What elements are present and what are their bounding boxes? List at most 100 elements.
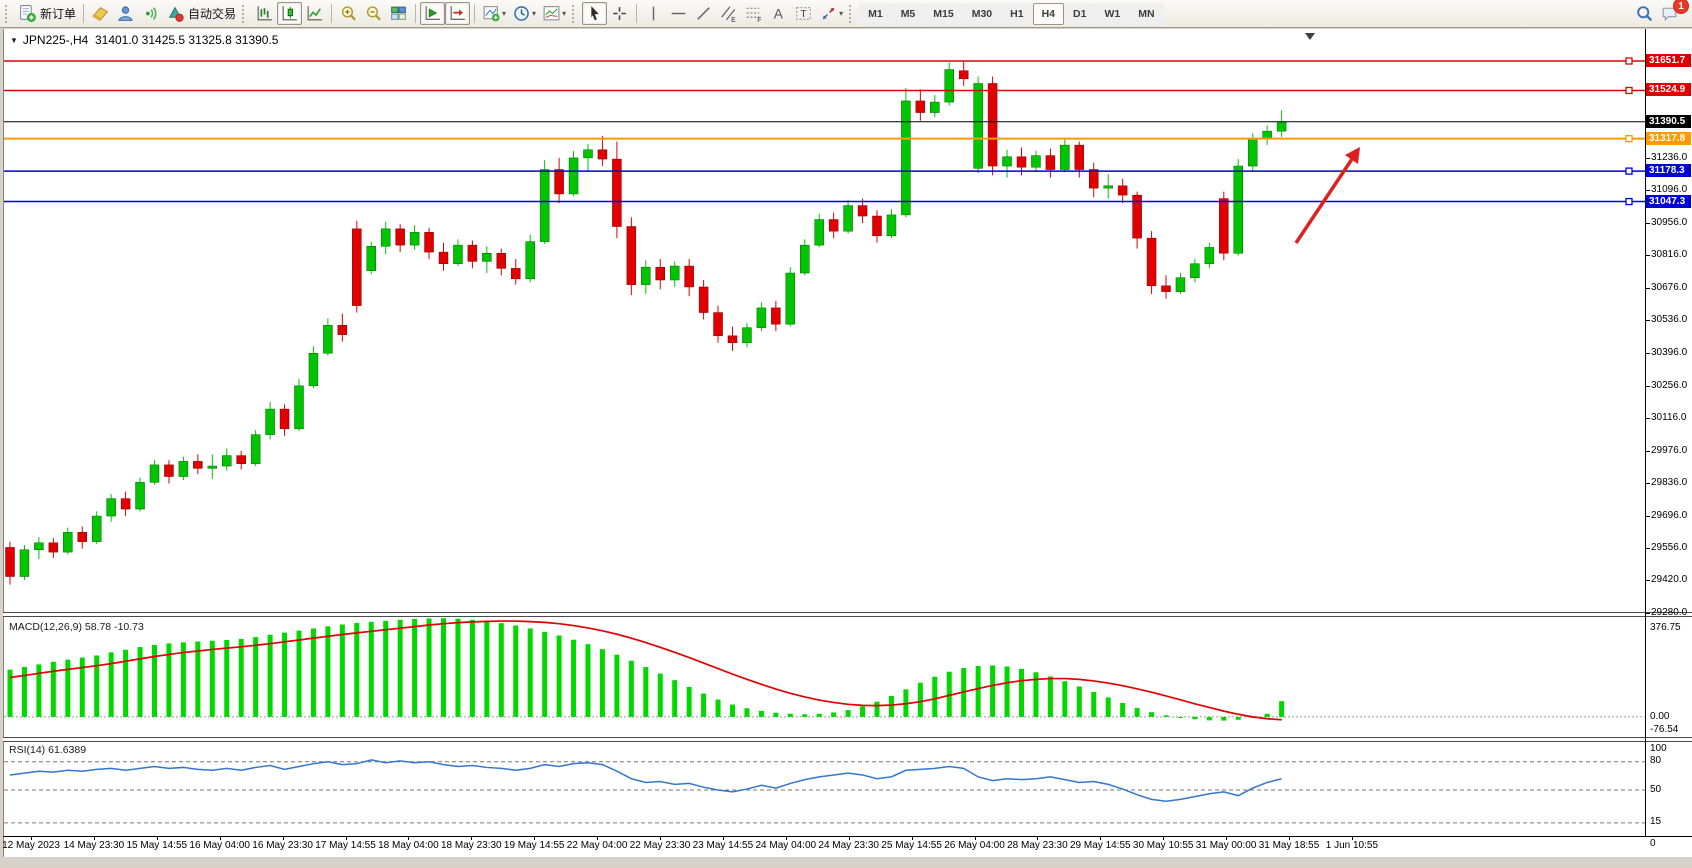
macd-histogram-bar bbox=[976, 666, 981, 717]
main-price-pane[interactable] bbox=[4, 30, 1645, 614]
timeframe-h4-button[interactable]: H4 bbox=[1033, 3, 1064, 25]
candle-body bbox=[6, 547, 15, 576]
notifications-button[interactable]: 1 bbox=[1657, 2, 1682, 25]
auto-scroll-button[interactable] bbox=[420, 2, 445, 25]
candle-body bbox=[1104, 186, 1113, 188]
user-icon bbox=[116, 4, 135, 23]
cursor-tool-button[interactable] bbox=[582, 2, 607, 25]
indicators-button[interactable]: ▾ bbox=[479, 2, 509, 25]
candle-body bbox=[714, 313, 723, 336]
bar-chart-button[interactable] bbox=[252, 2, 277, 25]
toolbar-grip bbox=[849, 5, 856, 23]
zoom-in-button[interactable] bbox=[336, 2, 361, 25]
time-axis-line bbox=[3, 836, 1692, 837]
candle-body bbox=[1277, 122, 1286, 131]
macd-histogram-bar bbox=[138, 647, 143, 717]
timeframe-m5-button[interactable]: M5 bbox=[892, 3, 925, 25]
macd-histogram-bar bbox=[1149, 712, 1154, 717]
macd-histogram-bar bbox=[889, 696, 894, 717]
chart-collapse-icon[interactable]: ▼ bbox=[10, 36, 18, 45]
macd-histogram-bar bbox=[1221, 717, 1226, 721]
tile-windows-button[interactable] bbox=[386, 2, 411, 25]
text-label-tool-button[interactable]: T bbox=[791, 2, 816, 25]
timeframe-h1-button[interactable]: H1 bbox=[1001, 3, 1032, 25]
candle-body bbox=[237, 456, 246, 464]
equidistant-channel-tool-button[interactable]: E bbox=[716, 2, 741, 25]
annotation-arrow-head bbox=[1345, 147, 1360, 164]
macd-histogram-bar bbox=[253, 637, 258, 717]
candle-body bbox=[468, 245, 477, 261]
timeframe-w1-button[interactable]: W1 bbox=[1095, 3, 1129, 25]
timeframe-d1-button[interactable]: D1 bbox=[1064, 3, 1095, 25]
rsi-pane[interactable] bbox=[4, 742, 1645, 836]
level-line-handle[interactable] bbox=[1626, 87, 1632, 93]
periods-dropdown[interactable]: ▾ bbox=[532, 9, 536, 18]
zoom-out-button[interactable] bbox=[361, 2, 386, 25]
chart-shift-button[interactable] bbox=[445, 2, 470, 25]
macd-histogram-bar bbox=[542, 632, 547, 717]
pane-splitter[interactable] bbox=[3, 612, 1692, 617]
text-tool-button[interactable]: A bbox=[766, 2, 791, 25]
level-line-handle[interactable] bbox=[1626, 199, 1632, 205]
horizontal-line-tool-button[interactable] bbox=[666, 2, 691, 25]
level-line-handle[interactable] bbox=[1626, 58, 1632, 64]
timeframe-m15-button[interactable]: M15 bbox=[924, 3, 962, 25]
arrows-tool-button[interactable]: ▾ bbox=[816, 2, 846, 25]
level-line-handle[interactable] bbox=[1626, 168, 1632, 174]
price-axis-tick: 30116.0 bbox=[1651, 412, 1686, 423]
price-axis-tick: 30536.0 bbox=[1651, 314, 1687, 325]
candle-body bbox=[266, 409, 275, 435]
macd-histogram-bar bbox=[687, 687, 692, 717]
vertical-line-icon bbox=[644, 4, 663, 23]
macd-histogram-bar bbox=[744, 708, 749, 717]
macd-histogram-bar bbox=[759, 711, 764, 717]
templates-dropdown[interactable]: ▾ bbox=[562, 9, 566, 18]
price-axis-tick: 30396.0 bbox=[1651, 347, 1687, 358]
candle-body bbox=[829, 220, 838, 232]
level-line-handle[interactable] bbox=[1626, 136, 1632, 142]
signals-button[interactable] bbox=[138, 2, 163, 25]
candle-body bbox=[92, 516, 101, 542]
time-axis-label: 24 May 04:00 bbox=[755, 840, 816, 851]
macd-main-value: 58.78 bbox=[85, 621, 111, 633]
arrows-dropdown[interactable]: ▾ bbox=[839, 9, 843, 18]
vertical-line-tool-button[interactable] bbox=[641, 2, 666, 25]
timeframe-m30-button[interactable]: M30 bbox=[963, 3, 1001, 25]
time-axis-label: 14 May 23:30 bbox=[64, 840, 125, 851]
crosshair-tool-button[interactable] bbox=[607, 2, 632, 25]
macd-histogram-bar bbox=[672, 680, 677, 717]
styler-button[interactable] bbox=[88, 2, 113, 25]
candlestick-chart-button[interactable] bbox=[277, 2, 302, 25]
time-axis-label: 29 May 14:55 bbox=[1070, 840, 1131, 851]
candle-body bbox=[49, 543, 58, 552]
time-axis-label: 22 May 04:00 bbox=[567, 840, 628, 851]
indicators-dropdown[interactable]: ▾ bbox=[502, 9, 506, 18]
candle-body bbox=[1176, 278, 1185, 292]
time-axis-label: 17 May 14:55 bbox=[315, 840, 376, 851]
search-button[interactable] bbox=[1632, 2, 1657, 25]
periods-button[interactable]: ▾ bbox=[509, 2, 539, 25]
templates-button[interactable]: ▾ bbox=[539, 2, 569, 25]
search-icon bbox=[1635, 4, 1654, 23]
timeframe-mn-button[interactable]: MN bbox=[1129, 3, 1163, 25]
trendline-tool-button[interactable] bbox=[691, 2, 716, 25]
toolbar-grip bbox=[572, 5, 579, 23]
line-chart-button[interactable] bbox=[302, 2, 327, 25]
profile-button[interactable] bbox=[113, 2, 138, 25]
timeframe-m1-button[interactable]: M1 bbox=[859, 3, 892, 25]
macd-histogram-bar bbox=[1005, 666, 1010, 716]
price-axis-tick: 31236.0 bbox=[1651, 152, 1687, 163]
candle-body bbox=[439, 252, 448, 264]
auto-trading-button[interactable]: 自动交易 bbox=[163, 2, 239, 25]
candle-body bbox=[78, 532, 87, 541]
eraser-icon bbox=[91, 4, 110, 23]
new-order-button[interactable]: 新订单 bbox=[15, 2, 79, 25]
chart-shift-marker[interactable] bbox=[1305, 33, 1315, 40]
candle-body bbox=[670, 266, 679, 280]
macd-histogram-bar bbox=[282, 633, 287, 717]
macd-histogram-bar bbox=[1279, 701, 1284, 717]
time-axis-label: 30 May 10:55 bbox=[1133, 840, 1194, 851]
macd-histogram-bar bbox=[1236, 717, 1241, 720]
fibonacci-tool-button[interactable]: F bbox=[741, 2, 766, 25]
macd-pane[interactable] bbox=[4, 618, 1645, 737]
